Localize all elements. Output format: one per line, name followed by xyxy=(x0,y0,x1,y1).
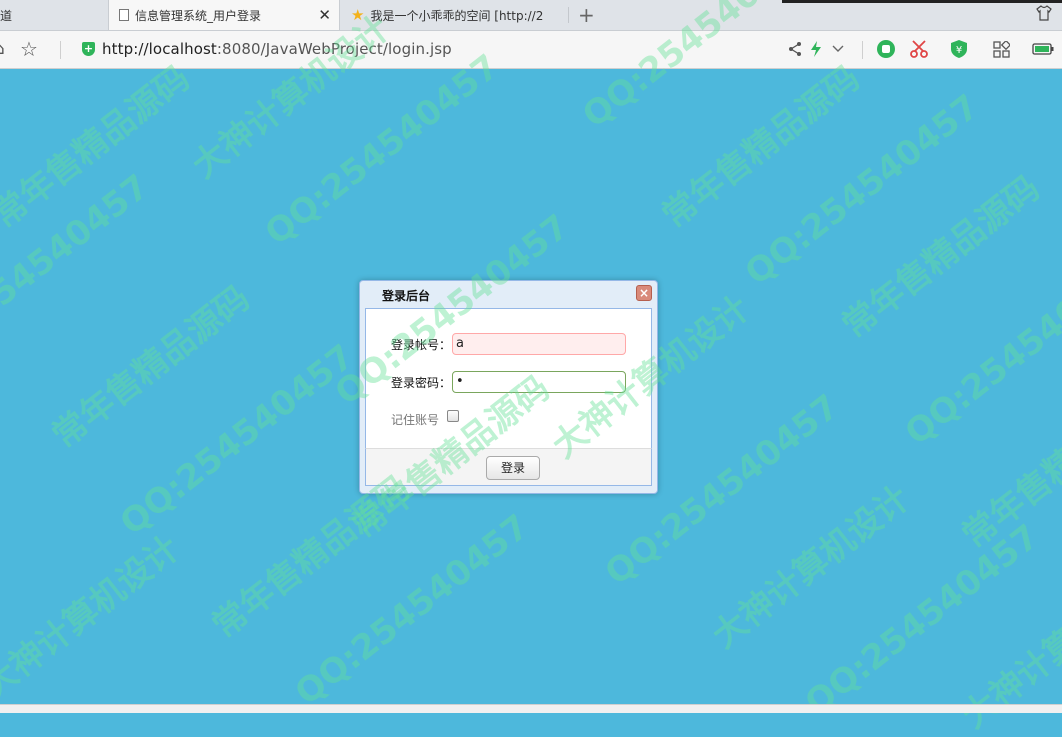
home-icon[interactable]: ⌂ xyxy=(0,39,5,59)
watermark-text: QQ:254540457 xyxy=(112,336,362,544)
share-icon[interactable] xyxy=(788,41,802,57)
login-dialog: 登录后台 × 登录帐号： a 登录密码： • 记住账号 登录 xyxy=(359,280,658,494)
toolbar-divider-right xyxy=(862,41,863,59)
close-icon[interactable]: ✕ xyxy=(318,6,331,24)
url-field[interactable]: http://localhost:8080/JavaWebProject/log… xyxy=(102,40,452,58)
plus-icon[interactable]: + xyxy=(578,3,595,27)
password-label: 登录密码： xyxy=(391,376,452,390)
tab-active-label: 信息管理系统_用户登录 xyxy=(135,8,262,23)
watermark-text: QQ:254540457 xyxy=(897,246,1062,454)
shield-icon[interactable]: + xyxy=(82,42,95,56)
toolbar-divider xyxy=(60,41,61,59)
tab-qzone[interactable]: ★ 我是一个小乖乖的空间 [http://2 xyxy=(341,0,567,30)
window-frame-edge xyxy=(782,0,1062,3)
tab-divider xyxy=(568,7,569,23)
tab-active-login[interactable]: 信息管理系统_用户登录 ✕ xyxy=(108,0,340,30)
watermark-text: QQ:254540457 xyxy=(737,86,987,294)
watermark-text: 常年售精品源码 xyxy=(0,58,198,237)
watermark-text: QQ:254540457 xyxy=(797,516,1047,724)
watermark-text: 常年售精品源码 xyxy=(45,278,258,457)
remember-account-label: 记住账号 xyxy=(391,413,440,427)
tab-previous[interactable]: 道 xyxy=(0,0,106,30)
address-toolbar: ⌂ ☆ + http://localhost:8080/JavaWebProje… xyxy=(0,31,1062,69)
password-field[interactable]: • xyxy=(452,371,626,393)
tab-qzone-label: 我是一个小乖乖的空间 [http://2 xyxy=(370,8,544,23)
checkbox-icon[interactable] xyxy=(447,410,459,422)
dialog-body: 登录帐号： a 登录密码： • 记住账号 xyxy=(365,308,652,448)
url-host: http://localhost xyxy=(102,40,217,58)
grid-icon[interactable] xyxy=(993,41,1010,58)
username-field[interactable]: a xyxy=(452,333,626,355)
watermark-text: 常年售精品源码 xyxy=(835,168,1048,347)
tab-previous-label: 道 xyxy=(0,8,13,23)
scissors-icon[interactable] xyxy=(910,40,928,58)
document-icon xyxy=(119,9,129,21)
watermark-text: QQ:254540457 xyxy=(0,166,157,374)
lightning-icon[interactable] xyxy=(810,41,822,57)
watermark-text: QQ:254540457 xyxy=(257,46,507,254)
watermark-text: QQ:254540457 xyxy=(287,506,537,714)
close-icon[interactable]: × xyxy=(636,285,652,301)
watermark-text: 常年售精品源码 xyxy=(955,378,1062,557)
dialog-title: 登录后台 xyxy=(382,289,431,303)
battery-icon[interactable] xyxy=(1032,43,1054,55)
watermark-text: 常年售精品源码 xyxy=(655,58,868,237)
login-button[interactable]: 登录 xyxy=(486,456,540,480)
star-outline-icon[interactable]: ☆ xyxy=(20,37,38,61)
username-label: 登录帐号： xyxy=(391,338,452,352)
dialog-footer: 登录 xyxy=(365,448,652,486)
watermark-text: 大神计算机设计 xyxy=(705,478,918,657)
url-path: :8080/JavaWebProject/login.jsp xyxy=(216,40,452,58)
star-icon: ★ xyxy=(351,6,365,24)
chevron-down-icon[interactable] xyxy=(832,45,844,53)
tab-strip: 道 信息管理系统_用户登录 ✕ ★ 我是一个小乖乖的空间 [http://2 + xyxy=(0,0,1062,31)
watermark-text: 大神计算机设计 xyxy=(0,528,188,707)
tshirt-icon[interactable] xyxy=(1036,5,1052,21)
green-circle-icon[interactable] xyxy=(876,39,896,59)
yen-shield-icon[interactable]: ¥ xyxy=(950,39,968,59)
svg-text:¥: ¥ xyxy=(956,45,962,56)
